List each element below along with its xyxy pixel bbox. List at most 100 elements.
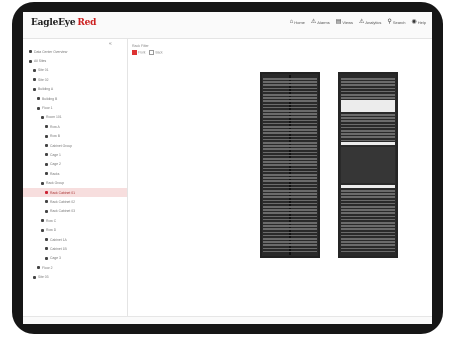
tree-item[interactable]: Rack Cabinet 01 xyxy=(23,187,127,198)
node-icon xyxy=(45,209,48,213)
nav-label: Views xyxy=(342,19,354,25)
tree-item[interactable]: Row C xyxy=(23,216,127,225)
tree-item[interactable]: Cage 2 xyxy=(23,160,127,169)
rack-unit xyxy=(263,183,317,186)
tree-item-label: Cabinet 1B xyxy=(50,246,67,251)
tree-item-label: Racks xyxy=(50,171,60,176)
tree-item[interactable]: Rack Cabinet 03 xyxy=(23,207,127,216)
rack-unit xyxy=(263,103,317,106)
rack-unit xyxy=(341,136,395,138)
tree-item-label: Row A xyxy=(50,124,60,129)
rack-unit xyxy=(263,116,317,118)
tree-item[interactable]: Racks xyxy=(23,169,127,178)
rack-unit xyxy=(341,120,395,122)
node-icon xyxy=(45,172,48,176)
nav-item-analytics[interactable]: ⚠ Analytics xyxy=(359,19,381,25)
filter-option-label: Back xyxy=(155,50,163,55)
rack-unit xyxy=(263,145,317,147)
tree-item[interactable]: Building A xyxy=(23,85,127,94)
rack-unit xyxy=(341,238,395,240)
rack-unit xyxy=(263,174,317,176)
node-icon xyxy=(33,78,36,82)
rack-unit xyxy=(341,212,395,214)
rack-unit xyxy=(263,186,317,189)
rack-rear-view[interactable] xyxy=(338,72,398,258)
tree-item-label: Cage 1 xyxy=(50,152,61,157)
node-icon xyxy=(45,247,48,251)
nav-label: Search xyxy=(392,19,406,25)
node-icon xyxy=(37,266,40,270)
rack-unit xyxy=(341,87,395,90)
rack-unit xyxy=(341,78,395,80)
nav-item-search[interactable]: ⚲ Search xyxy=(387,19,405,25)
tree-item[interactable]: Site 01 xyxy=(23,66,127,75)
tree-item[interactable]: Floor 2 xyxy=(23,263,127,272)
tree-item-label: Site 01 xyxy=(38,68,49,73)
rack-icon: ▤ xyxy=(335,19,342,25)
tree-item[interactable]: Rack Group xyxy=(23,178,127,187)
tree-item[interactable]: Row B xyxy=(23,132,127,141)
rack-unit xyxy=(341,199,395,202)
tree-item[interactable]: Row D xyxy=(23,225,127,234)
brand-accent: Red xyxy=(77,18,97,28)
rack-unit xyxy=(263,94,317,96)
tablet-frame: EagleEye Red ⌂ Home ⚠ Alarms ▤ Views ⚠ Analytics… xyxy=(12,2,443,334)
node-icon xyxy=(33,275,36,279)
tree-item[interactable]: Floor 1 xyxy=(23,103,127,112)
rack-unit xyxy=(341,114,395,116)
tree-item[interactable]: Building B xyxy=(23,94,127,103)
filter-option-back[interactable]: Back xyxy=(149,50,163,55)
tree-item-label: Floor 1 xyxy=(42,106,53,111)
filter-option-front[interactable]: Front xyxy=(132,50,145,55)
rack-unit xyxy=(263,167,317,170)
tree-item[interactable]: Cage 1 xyxy=(23,150,127,159)
tree-item[interactable]: Rack Cabinet 02 xyxy=(23,197,127,206)
tree-item-label: Cabinet 1A xyxy=(50,237,67,242)
filter-options: Front Back xyxy=(132,50,163,55)
navigation-tree: Data Center Overview All Sites Site 01 Site… xyxy=(23,47,127,282)
tree-item-label: Data Center Overview xyxy=(34,49,68,54)
tree-item[interactable]: All Sites xyxy=(23,56,127,65)
nav-item-views[interactable]: ▤ Views xyxy=(336,19,353,25)
nav-item-alarms[interactable]: ⚠ Alarms xyxy=(311,19,330,25)
rack-unit xyxy=(263,100,317,102)
rack-unit xyxy=(263,142,317,144)
alarm-icon: ⚠ xyxy=(310,19,317,25)
checkbox-icon[interactable] xyxy=(149,50,155,55)
rack-unit xyxy=(263,132,317,134)
rack-unit xyxy=(263,158,317,160)
rack-unit xyxy=(341,94,395,96)
tree-item-label: Rack Group xyxy=(46,181,65,186)
tree-item[interactable]: Cabinet 1A xyxy=(23,235,127,244)
main-panel: Rack Filter Front Back xyxy=(128,39,432,324)
rack-unit xyxy=(263,234,317,237)
tree-item-label: Cabinet Group xyxy=(50,143,73,148)
tree-item-label: Site 02 xyxy=(38,77,49,82)
tree-item[interactable]: Cabinet Group xyxy=(23,141,127,150)
tree-item[interactable]: Site 02 xyxy=(23,75,127,84)
nav-item-home[interactable]: ⌂ Home xyxy=(290,19,305,25)
tree-item[interactable]: Cage 3 xyxy=(23,254,127,263)
checkbox-icon[interactable] xyxy=(132,50,137,55)
rack-unit xyxy=(341,190,395,192)
tree-item[interactable]: Room 101 xyxy=(23,113,127,122)
tree-item[interactable]: Row A xyxy=(23,122,127,131)
server-block xyxy=(341,147,395,183)
node-icon xyxy=(33,87,36,91)
filter-option-label: Front xyxy=(138,50,146,55)
rack-unit xyxy=(263,228,317,230)
rack-unit xyxy=(341,139,395,142)
tree-item[interactable]: Data Center Overview xyxy=(23,47,127,56)
tree-item-label: Row C xyxy=(46,218,57,223)
tree-item[interactable]: Cabinet 1B xyxy=(23,244,127,253)
tree-item-label: Floor 2 xyxy=(42,265,53,270)
tree-item[interactable]: Site 03 xyxy=(23,272,127,281)
rack-unit xyxy=(263,202,317,205)
nav-item-help[interactable]: ◉ Help xyxy=(412,19,426,25)
brand-logo[interactable]: EagleEye Red xyxy=(31,18,96,28)
rack-unit xyxy=(263,241,317,243)
rack-front-view[interactable] xyxy=(260,72,320,258)
rack-unit xyxy=(263,209,317,211)
tree-item-label: Cage 2 xyxy=(50,162,61,167)
app-screen: EagleEye Red ⌂ Home ⚠ Alarms ▤ Views ⚠ Analytics… xyxy=(23,12,432,324)
